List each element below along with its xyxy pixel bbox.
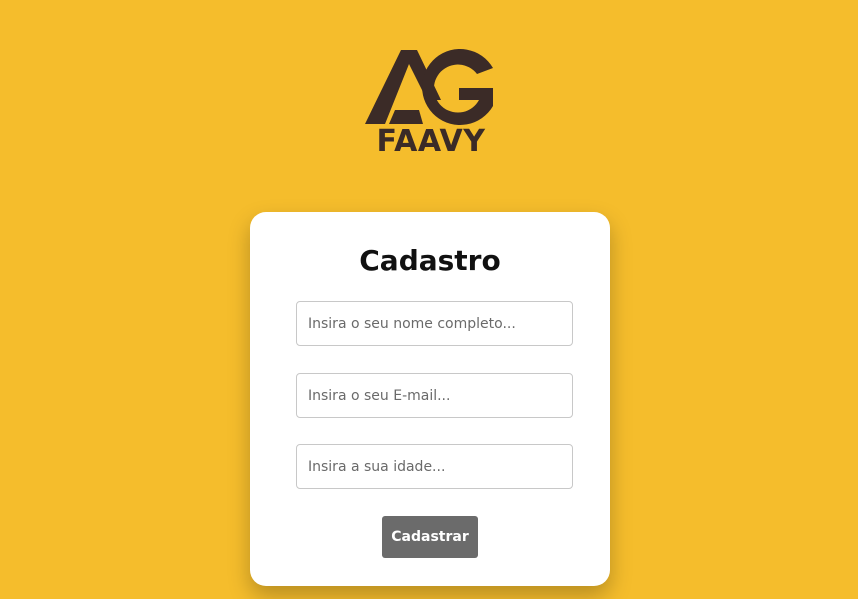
signup-card: Cadastro Cadastrar	[250, 212, 610, 586]
form-title: Cadastro	[359, 244, 501, 277]
full-name-input[interactable]	[296, 301, 573, 346]
age-input[interactable]	[296, 444, 573, 489]
email-input[interactable]	[296, 373, 573, 418]
brand-name: FAAVY	[376, 124, 486, 159]
submit-button[interactable]: Cadastrar	[382, 516, 478, 558]
brand-logo: FAAVY	[365, 48, 497, 160]
ag-monogram-icon	[365, 48, 493, 125]
